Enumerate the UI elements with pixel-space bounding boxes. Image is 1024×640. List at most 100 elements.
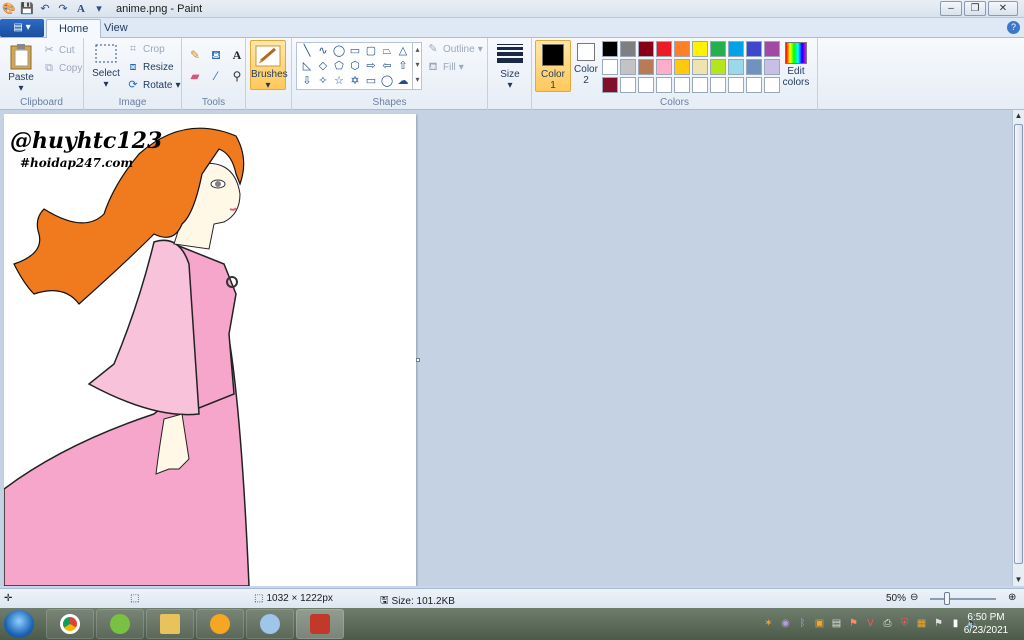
palette-swatch[interactable] — [710, 41, 726, 57]
viber-icon[interactable]: ◉ — [779, 617, 792, 630]
four-point-star-shape-icon[interactable]: ✧ — [315, 74, 331, 89]
left-arrow-shape-icon[interactable]: ⇦ — [379, 59, 395, 74]
save-icon[interactable]: 💾 — [20, 2, 34, 16]
zoom-slider-thumb[interactable] — [943, 592, 950, 605]
eraser-icon[interactable]: ▰ — [186, 67, 204, 85]
palette-swatch[interactable] — [692, 59, 708, 75]
select-button[interactable]: Select ▾ — [90, 42, 122, 90]
callout-rect-shape-icon[interactable]: ▭ — [363, 74, 379, 89]
resize-button[interactable]: ⧈ Resize — [126, 60, 174, 74]
palette-swatch[interactable] — [728, 59, 744, 75]
cut-button[interactable]: ✂ Cut — [42, 43, 74, 57]
shapes-scroll[interactable]: ▴ ▾ ▾ — [412, 42, 422, 90]
polygon-shape-icon[interactable]: ⏢ — [379, 44, 395, 59]
color1-button[interactable]: Color 1 — [535, 40, 571, 92]
vertical-scrollbar[interactable]: ▲ ▼ — [1012, 110, 1024, 586]
zoom-slider[interactable] — [930, 598, 996, 600]
hexagon-shape-icon[interactable]: ⬡ — [347, 59, 363, 74]
redo-icon[interactable]: ↷ — [56, 2, 70, 16]
tray-icon-10[interactable]: ▦ — [915, 617, 928, 630]
palette-swatch[interactable] — [620, 41, 636, 57]
undo-icon[interactable]: ↶ — [38, 2, 52, 16]
canvas-resize-handle-right[interactable] — [416, 358, 420, 362]
palette-swatch[interactable] — [728, 41, 744, 57]
color2-button[interactable]: Color 2 — [568, 40, 604, 92]
palette-swatch[interactable] — [656, 59, 672, 75]
palette-swatch[interactable] — [710, 59, 726, 75]
palette-swatch[interactable] — [764, 77, 780, 93]
taskbar-app-green[interactable] — [96, 609, 144, 639]
five-point-star-shape-icon[interactable]: ☆ — [331, 74, 347, 89]
text-tool-icon[interactable]: A — [74, 2, 88, 16]
taskbar-explorer[interactable] — [146, 609, 194, 639]
right-arrow-shape-icon[interactable]: ⇨ — [363, 59, 379, 74]
tab-view[interactable]: View — [92, 19, 140, 38]
pencil-icon[interactable]: ✎ — [186, 46, 204, 64]
magnifier-icon[interactable]: ⚲ — [228, 67, 246, 85]
tray-icon-6[interactable]: ⚑ — [847, 617, 860, 630]
palette-swatch[interactable] — [602, 77, 618, 93]
palette-swatch[interactable] — [638, 77, 654, 93]
palette-swatch[interactable] — [746, 59, 762, 75]
crop-button[interactable]: ⌗ Crop — [126, 42, 165, 56]
palette-swatch[interactable] — [638, 41, 654, 57]
palette-swatch[interactable] — [656, 41, 672, 57]
callout-cloud-shape-icon[interactable]: ☁ — [395, 74, 411, 89]
taskbar-clock[interactable]: 6:50 PM 6/23/2021 — [960, 611, 1012, 637]
curve-shape-icon[interactable]: ∿ — [315, 44, 331, 59]
tray-icon-1[interactable]: ✶ — [762, 617, 775, 630]
palette-swatch[interactable] — [656, 77, 672, 93]
tray-icon-9[interactable]: ⛨ — [898, 617, 911, 630]
palette-swatch[interactable] — [674, 59, 690, 75]
text-icon[interactable]: A — [228, 46, 246, 64]
palette-swatch[interactable] — [728, 77, 744, 93]
pentagon-shape-icon[interactable]: ⬠ — [331, 59, 347, 74]
edit-colors-button[interactable]: Edit colors — [780, 42, 812, 88]
right-triangle-shape-icon[interactable]: ◺ — [299, 59, 315, 74]
minimize-button[interactable]: – — [940, 1, 962, 16]
diamond-shape-icon[interactable]: ◇ — [315, 59, 331, 74]
scroll-down-icon[interactable]: ▼ — [1013, 574, 1024, 586]
oval-shape-icon[interactable]: ◯ — [331, 44, 347, 59]
color-picker-icon[interactable]: ⁄ — [207, 67, 225, 85]
app-menu-button[interactable]: ▤ ▾ — [0, 19, 44, 37]
rounded-rectangle-shape-icon[interactable]: ▢ — [363, 44, 379, 59]
tray-icon-4[interactable]: ▣ — [813, 617, 826, 630]
tray-icon-8[interactable]: ⎙ — [881, 617, 894, 630]
customize-qat-icon[interactable]: ▾ — [92, 2, 106, 16]
zoom-in-icon[interactable]: ⊕ — [1008, 592, 1016, 603]
palette-swatch[interactable] — [692, 41, 708, 57]
palette-swatch[interactable] — [764, 41, 780, 57]
palette-swatch[interactable] — [638, 59, 654, 75]
down-arrow-shape-icon[interactable]: ⇩ — [299, 74, 315, 89]
palette-swatch[interactable] — [764, 59, 780, 75]
taskbar-paint[interactable] — [246, 609, 294, 639]
palette-swatch[interactable] — [602, 59, 618, 75]
palette-swatch[interactable] — [692, 77, 708, 93]
triangle-shape-icon[interactable]: △ — [395, 44, 411, 59]
help-icon[interactable]: ? — [1007, 21, 1020, 34]
zoom-out-icon[interactable]: ⊖ — [910, 592, 918, 603]
six-point-star-shape-icon[interactable]: ✡ — [347, 74, 363, 89]
shapes-gallery[interactable]: ╲ ∿ ◯ ▭ ▢ ⏢ △ ◺ ◇ ⬠ ⬡ ⇨ ⇦ ⇧ ⇩ ✧ ☆ ✡ ▭ ◯ … — [296, 42, 422, 90]
palette-swatch[interactable] — [710, 77, 726, 93]
fill-bucket-icon[interactable]: ⛾ — [207, 46, 225, 64]
scroll-thumb[interactable] — [1014, 124, 1023, 564]
taskbar-snipping[interactable] — [296, 609, 344, 639]
copy-button[interactable]: ⧉ Copy — [42, 61, 82, 75]
tray-icon-7[interactable]: V — [864, 617, 877, 630]
palette-swatch[interactable] — [746, 41, 762, 57]
drawing-canvas[interactable]: @huyhtc123 #hoidap247.com — [4, 114, 416, 586]
tray-icon-11[interactable]: ⚑ — [932, 617, 945, 630]
palette-swatch[interactable] — [674, 77, 690, 93]
palette-swatch[interactable] — [620, 59, 636, 75]
palette-swatch[interactable] — [746, 77, 762, 93]
palette-swatch[interactable] — [620, 77, 636, 93]
fill-button[interactable]: ⛾ Fill ▾ — [426, 60, 464, 74]
taskbar-chrome[interactable] — [46, 609, 94, 639]
bluetooth-icon[interactable]: ᛒ — [796, 617, 809, 630]
line-shape-icon[interactable]: ╲ — [299, 44, 315, 59]
taskbar-browser[interactable] — [196, 609, 244, 639]
scroll-up-icon[interactable]: ▲ — [1013, 110, 1024, 122]
palette-swatch[interactable] — [674, 41, 690, 57]
